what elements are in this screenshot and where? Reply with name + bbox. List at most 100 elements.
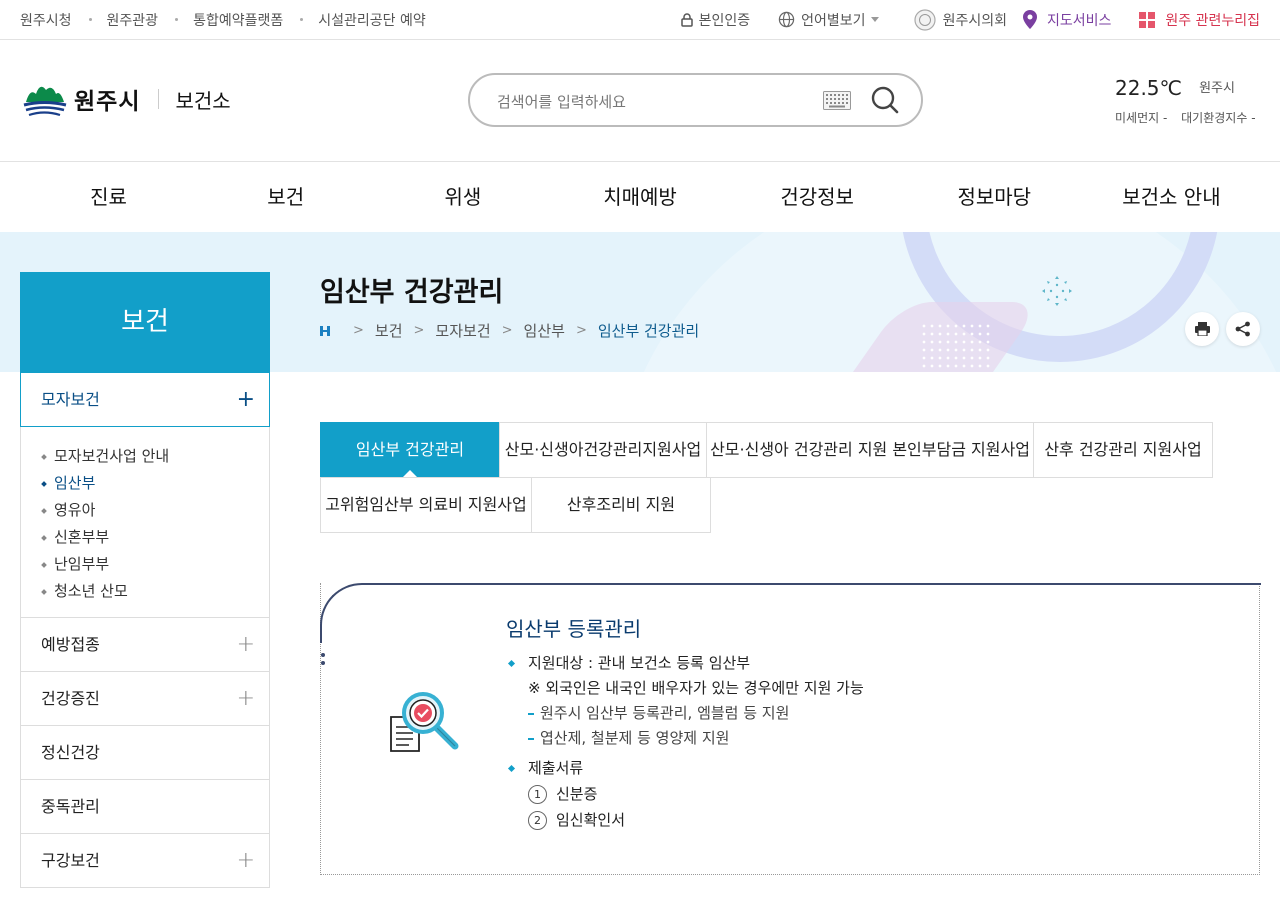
plus-icon: + [236,387,255,412]
lnb-item-label: 예방접종 [41,635,100,654]
tab-pregnant-care[interactable]: 임산부 건강관리 [320,422,500,478]
weather-temperature: 22.5℃ [1115,76,1182,100]
docs-title: 제출서류 [528,759,584,777]
link-reservation[interactable]: 통합예약플랫폼 [193,10,283,30]
plus-icon: + [236,686,255,711]
separator-dot [88,18,92,21]
language-select[interactable]: 언어별보기 [778,10,884,30]
lnb-subitem[interactable]: 신혼부부 [41,524,269,551]
doc-label: 신분증 [556,785,598,803]
gnb-item-dementia[interactable]: 치매예방 [551,163,728,231]
utility-links: 본인인증 언어별보기 원주시의회 지도서비스 원주 관련누리집 [653,0,1260,39]
lnb-subitem[interactable]: 청소년 산모 [41,578,269,605]
side-menu: 모자보건 + 모자보건사업 안내 임산부 영유아 신혼부부 난임부부 청소년 산… [20,372,270,888]
doc-item: 1 신분증 [507,781,864,807]
site-header: 원주시 보건소 검색어를 입력하세요 22.5℃ 원주시 미세먼지 - 대기환경… [0,40,1280,162]
fine-dust-status: 미세먼지 - [1115,111,1168,125]
lnb-item-health-promotion[interactable]: 건강증진 + [21,672,269,726]
weather-widget: 22.5℃ 원주시 미세먼지 - 대기환경지수 - [1115,76,1256,126]
lnb-subitem[interactable]: 영유아 [41,497,269,524]
list-item: 지원대상 : 관내 보건소 등록 임산부 [507,651,864,676]
section-title: 임산부 등록관리 [506,617,642,641]
printer-icon [1194,322,1210,336]
main-navigation: 진료 보건 위생 치매예방 건강정보 정보마당 보건소 안내 [20,163,1260,231]
share-button[interactable] [1226,312,1260,346]
lnb-item-oral-health[interactable]: 구강보건 + [21,834,269,888]
decor-dots [920,322,990,372]
document-search-icon [390,692,459,752]
council-label: 원주시의회 [942,12,1007,29]
breadcrumb-item[interactable]: 모자보건 [435,320,490,341]
print-button[interactable] [1185,312,1219,346]
dash-icon [528,713,534,715]
lnb-subitem[interactable]: 난임부부 [41,551,269,578]
tab-postpartum-care[interactable]: 산후 건강관리 지원사업 [1033,422,1213,478]
breadcrumb-item[interactable]: 보건 [375,320,403,341]
search-icon[interactable] [870,85,900,115]
section-content: 지원대상 : 관내 보건소 등록 임산부 ※ 외국인은 내국인 배우자가 있는 … [507,651,864,833]
lnb-item-addiction[interactable]: 중독관리 [21,780,269,834]
home-icon[interactable] [320,325,330,336]
tab-newborn-support[interactable]: 산모·신생아건강관리지원사업 [499,422,707,478]
detail-text: 엽산제, 철분제 등 영양제 지원 [540,729,730,747]
search-box[interactable]: 검색어를 입력하세요 [468,73,923,127]
number-circle: 2 [528,810,547,830]
map-pin-icon [1022,10,1037,29]
cert-link[interactable]: 본인인증 [680,10,750,30]
link-city-hall[interactable]: 원주시청 [20,10,72,30]
council-link[interactable]: 원주시의회 [913,8,1007,32]
lnb-item-label: 건강증진 [41,689,100,708]
gnb-item-about[interactable]: 보건소 안내 [1083,163,1260,231]
council-emblem-icon [913,8,936,31]
lnb-item-maternal-health[interactable]: 모자보건 + [20,372,270,427]
lnb-subitem-active[interactable]: 임산부 [41,470,269,497]
lnb-item-label: 구강보건 [41,851,100,870]
lnb-item-mental-health[interactable]: 정신건강 [21,726,269,780]
separator-dot [175,18,179,21]
link-facility[interactable]: 시설관리공단 예약 [318,10,426,30]
breadcrumb-separator: > [353,323,364,338]
doc-item: 2 임신확인서 [507,807,864,833]
tab-high-risk[interactable]: 고위험임산부 의료비 지원사업 [320,477,532,533]
doc-label: 임신확인서 [556,811,626,829]
target-text: 지원대상 : 관내 보건소 등록 임산부 [528,654,751,672]
language-label: 언어별보기 [801,12,866,29]
site-logo[interactable]: 원주시 보건소 [20,80,231,118]
lnb-item-vaccination[interactable]: 예방접종 + [21,618,269,672]
content-tabs: 임산부 건강관리 산모·신생아건강관리지원사업 산모·신생아 건강관리 지원 본… [320,422,1213,533]
grid-icon [1139,11,1156,28]
caret-down-icon [870,17,879,22]
gnb-item-health-info[interactable]: 건강정보 [729,163,906,231]
gnb-item-hygiene[interactable]: 위생 [374,163,551,231]
plus-icon: + [236,632,255,657]
lnb-item-label: 모자보건 [41,390,100,409]
breadcrumb: > 보건 > 모자보건 > 임산부 > 임산부 건강관리 [320,320,699,341]
decor-dot [321,653,325,657]
breadcrumb-separator: > [501,323,513,338]
share-icon [1235,321,1250,337]
plus-icon: + [236,848,255,873]
breadcrumb-item[interactable]: 임산부 [524,320,565,341]
weather-location: 원주시 [1199,81,1235,96]
detail-item: 엽산제, 철분제 등 영양제 지원 [507,726,864,751]
air-quality-index: 대기환경지수 - [1181,111,1256,125]
related-sites-link[interactable]: 원주 관련누리집 [1139,10,1260,30]
lnb-submenu: 모자보건사업 안내 임산부 영유아 신혼부부 난임부부 청소년 산모 [21,427,269,618]
gnb-item-treatment[interactable]: 진료 [20,163,197,231]
city-logo-icon [23,86,67,117]
number-circle: 1 [528,784,547,804]
lnb-subitem[interactable]: 모자보건사업 안내 [41,443,269,470]
lnb-title: 보건 [20,272,270,372]
search-input[interactable]: 검색어를 입력하세요 [497,91,626,112]
gnb-item-info[interactable]: 정보마당 [906,163,1083,231]
tab-copay-support[interactable]: 산모·신생아 건강관리 지원 본인부담금 지원사업 [706,422,1034,478]
page-title: 임산부 건강관리 [320,277,504,308]
list-item: 제출서류 [507,756,864,781]
gnb-item-health[interactable]: 보건 [197,163,374,231]
keyboard-icon[interactable] [823,91,851,110]
link-tourism[interactable]: 원주관광 [107,10,159,30]
map-service-link[interactable]: 지도서비스 [1022,10,1111,30]
logo-divider [158,89,160,109]
tab-postnatal-cost[interactable]: 산후조리비 지원 [531,477,711,533]
lnb-item-label: 정신건강 [41,743,100,762]
